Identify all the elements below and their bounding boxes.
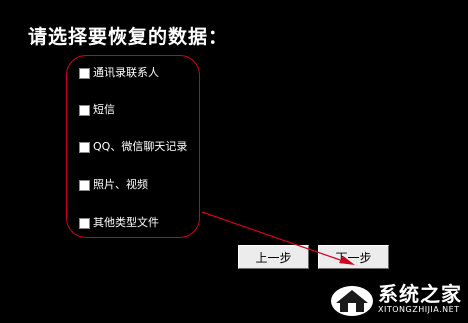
next-step-button[interactable]: 下一步 [318, 245, 389, 269]
option-label-sms: 短信 [93, 103, 115, 116]
option-other-files[interactable]: 其他类型文件 [79, 216, 159, 230]
option-chat-records[interactable]: QQ、微信聊天记录 [79, 140, 187, 154]
sms-checkbox[interactable] [79, 104, 90, 116]
option-label-photos-videos: 照片、视频 [93, 178, 148, 191]
option-sms[interactable]: 短信 [79, 103, 115, 117]
photos-videos-checkbox[interactable] [79, 179, 90, 191]
prev-step-button[interactable]: 上一步 [238, 245, 309, 269]
contacts-checkbox[interactable] [79, 67, 90, 79]
watermark-url: XITONGZHIJIA.NET [378, 305, 460, 314]
option-photos-videos[interactable]: 照片、视频 [79, 178, 148, 192]
option-label-contacts: 通讯录联系人 [93, 66, 159, 79]
watermark: 系统之家 XITONGZHIJIA.NET [330, 281, 462, 317]
watermark-title: 系统之家 [378, 282, 462, 306]
house-logo-icon [331, 285, 373, 316]
option-label-chat-records: QQ、微信聊天记录 [93, 140, 188, 153]
option-label-other-files: 其他类型文件 [93, 216, 159, 229]
chat-records-checkbox[interactable] [79, 141, 90, 153]
option-contacts[interactable]: 通讯录联系人 [79, 66, 159, 80]
page-title: 请选择要恢复的数据： [28, 26, 229, 48]
other-files-checkbox[interactable] [79, 217, 90, 229]
